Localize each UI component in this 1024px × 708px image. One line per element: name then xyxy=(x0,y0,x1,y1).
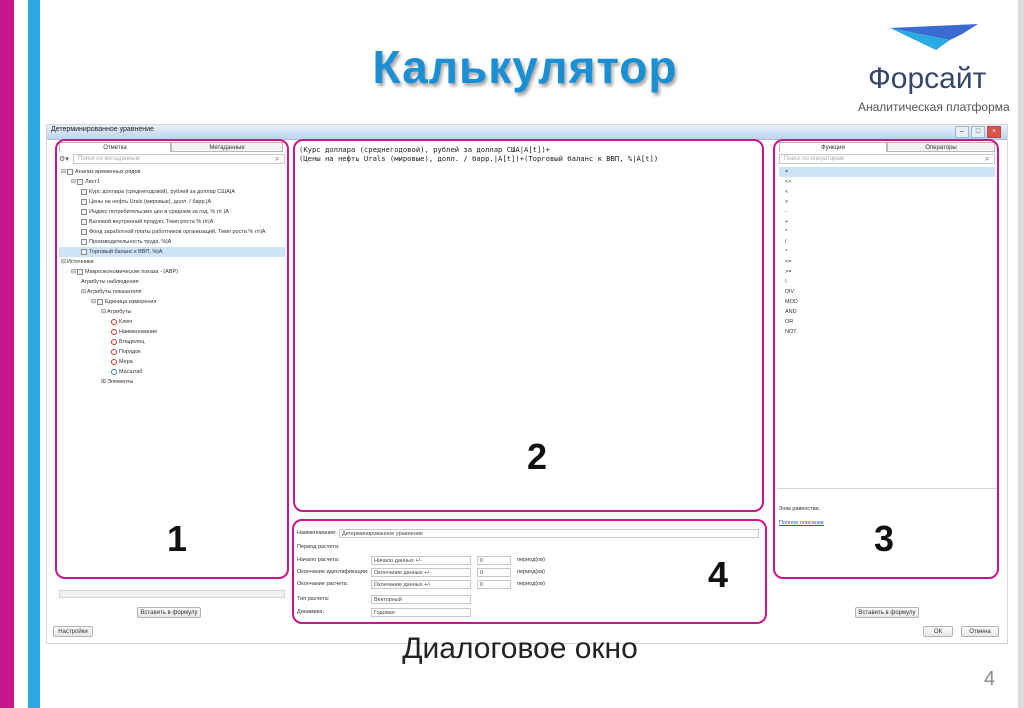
logo-subtitle: Аналитическая платформа xyxy=(858,100,1010,114)
cyan-stripe xyxy=(28,0,40,708)
white-stripe xyxy=(14,0,28,708)
callout-4: 4 xyxy=(708,554,729,595)
highlight-frame-3 xyxy=(773,139,999,579)
ok-button[interactable]: ОК xyxy=(923,626,953,637)
page-number: 4 xyxy=(984,668,996,690)
close-button[interactable]: × xyxy=(987,126,1001,138)
horizontal-scrollbar[interactable] xyxy=(59,590,285,598)
cancel-button[interactable]: Отмена xyxy=(961,626,999,637)
maximize-button[interactable]: □ xyxy=(971,126,985,138)
logo-name: Форсайт xyxy=(868,62,987,95)
settings-button[interactable]: Настройки xyxy=(53,626,93,637)
highlight-frame-1 xyxy=(55,139,289,579)
window-title: Детерминированное уравнение xyxy=(51,126,154,133)
slide-caption: Диалоговое окно xyxy=(402,632,638,665)
right-insert-button[interactable]: Вставить в формулу xyxy=(855,607,919,618)
window-titlebar: Детерминированное уравнение – □ × xyxy=(47,125,1007,140)
slide-title: Калькулятор xyxy=(372,41,678,93)
left-insert-button[interactable]: Вставить в формулу xyxy=(137,607,201,618)
callout-1: 1 xyxy=(167,518,188,559)
highlight-frame-4 xyxy=(292,519,767,624)
minimize-button[interactable]: – xyxy=(955,126,969,138)
callout-2: 2 xyxy=(527,436,548,477)
callout-3: 3 xyxy=(874,518,895,559)
magenta-stripe xyxy=(0,0,14,708)
